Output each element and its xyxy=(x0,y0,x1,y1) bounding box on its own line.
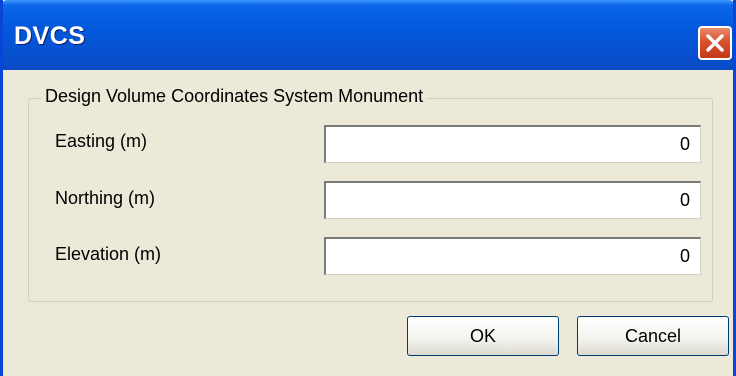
window-title: DVCS xyxy=(14,22,86,50)
close-icon xyxy=(706,34,724,52)
title-bar[interactable]: DVCS xyxy=(3,0,733,70)
dialog-window: DVCS Design Volume Coordinates System Mo… xyxy=(0,0,736,376)
close-button[interactable] xyxy=(698,26,732,60)
elevation-input[interactable] xyxy=(324,237,701,275)
ok-button[interactable]: OK xyxy=(407,316,559,356)
northing-input[interactable] xyxy=(324,181,701,219)
elevation-label: Elevation (m) xyxy=(55,244,162,264)
easting-label: Easting (m) xyxy=(55,131,148,151)
group-title: Design Volume Coordinates System Monumen… xyxy=(41,86,428,107)
easting-input[interactable] xyxy=(324,125,701,163)
northing-label: Northing (m) xyxy=(55,188,156,208)
cancel-button[interactable]: Cancel xyxy=(577,316,729,356)
